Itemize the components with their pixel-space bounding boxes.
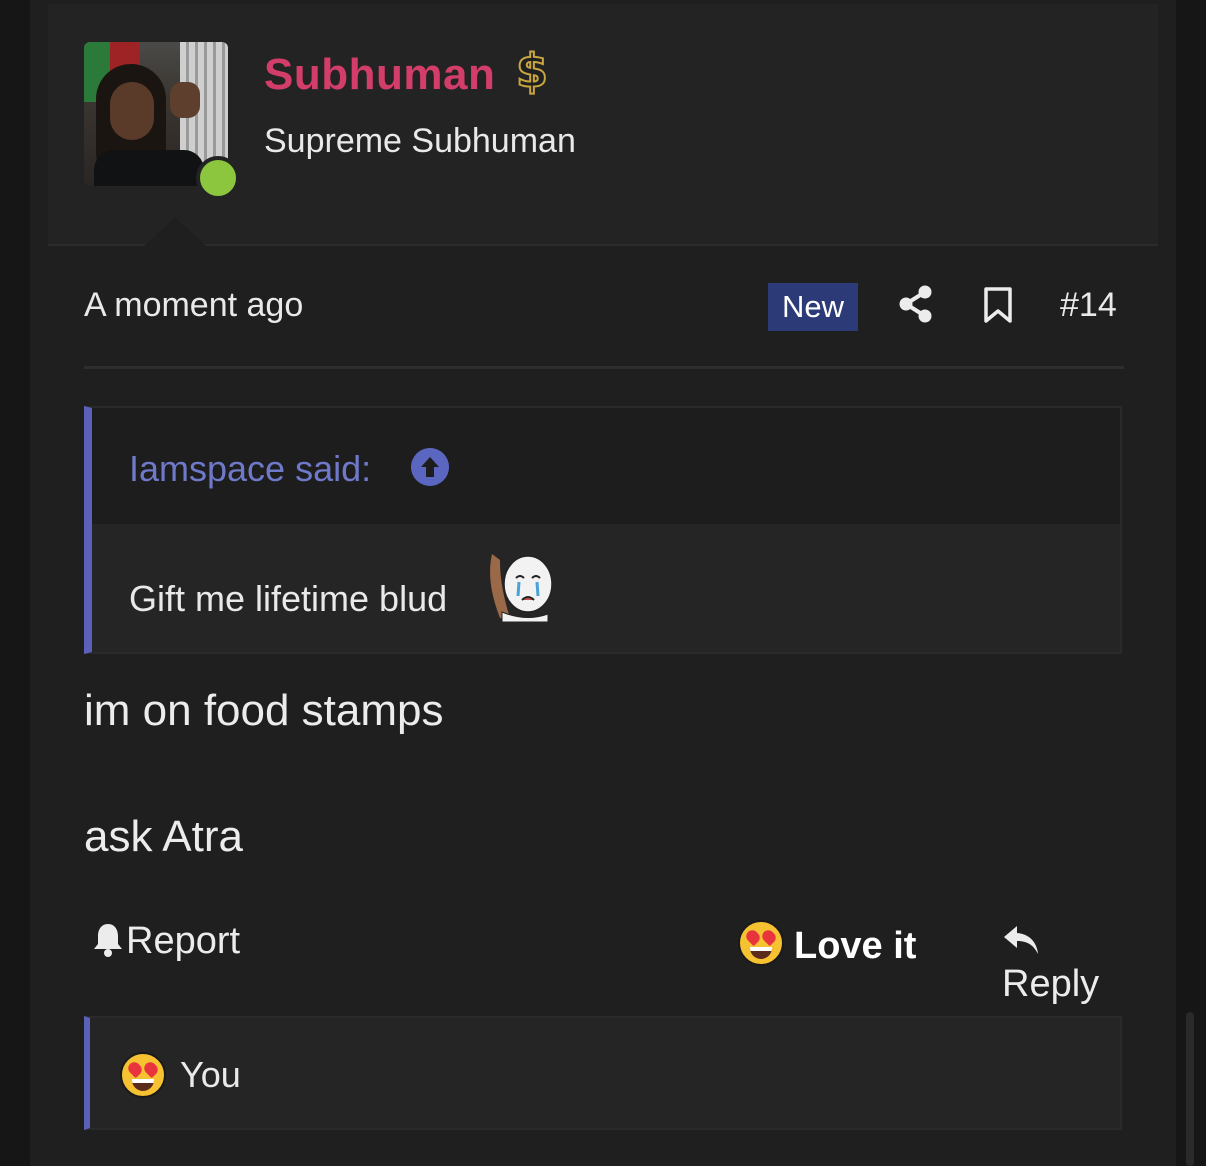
bookmark-icon[interactable]	[982, 286, 1014, 324]
arrow-up-icon[interactable]	[411, 448, 449, 486]
post-body-line: im on food stamps	[84, 686, 444, 735]
header-pointer	[143, 217, 207, 247]
bell-icon	[94, 924, 122, 957]
dollar-sign-icon: $	[515, 43, 549, 99]
forum-post: Subhuman $ Supreme Subhuman A moment ago…	[30, 0, 1176, 1166]
report-label: Report	[126, 920, 241, 962]
post-body-line: ask Atra	[84, 812, 243, 861]
reply-arrow-icon	[1004, 926, 1038, 954]
quote-header: Iamspace said:	[92, 408, 1120, 524]
online-status-indicator	[196, 156, 240, 200]
scrollbar[interactable]	[1186, 1012, 1194, 1166]
love-it-button[interactable]: Love it	[738, 920, 916, 968]
reactions-bar[interactable]: You	[84, 1016, 1122, 1130]
divider	[84, 366, 1124, 369]
reaction-users[interactable]: You	[180, 1054, 241, 1096]
post-meta-row: A moment ago New #14	[84, 280, 1124, 336]
reply-label: Reply	[1002, 963, 1100, 1005]
user-title: Supreme Subhuman	[264, 122, 576, 160]
love-it-label: Love it	[794, 925, 917, 967]
quote-text: Gift me lifetime blud	[129, 578, 448, 619]
quote-block: Iamspace said: Gift me lifetime blud	[84, 406, 1122, 654]
post-user-header: Subhuman $ Supreme Subhuman	[48, 4, 1158, 247]
post-actions: Report Love it Reply	[84, 916, 1124, 1005]
heart-eyes-emoji-icon	[120, 1052, 166, 1098]
post-timestamp[interactable]: A moment ago	[84, 286, 303, 325]
report-button[interactable]: Report	[92, 920, 240, 963]
new-badge: New	[768, 283, 858, 331]
heart-eyes-emoji-icon	[738, 920, 784, 966]
post-number-link[interactable]: #14	[1060, 286, 1117, 325]
share-icon[interactable]	[898, 284, 934, 324]
forum-page: Subhuman $ Supreme Subhuman A moment ago…	[0, 0, 1206, 1166]
quote-author-link[interactable]: Iamspace said:	[129, 448, 371, 490]
username-link[interactable]: Subhuman	[264, 50, 495, 100]
reply-button[interactable]: Reply	[1002, 920, 1124, 1006]
crying-wojak-icon	[490, 554, 552, 622]
